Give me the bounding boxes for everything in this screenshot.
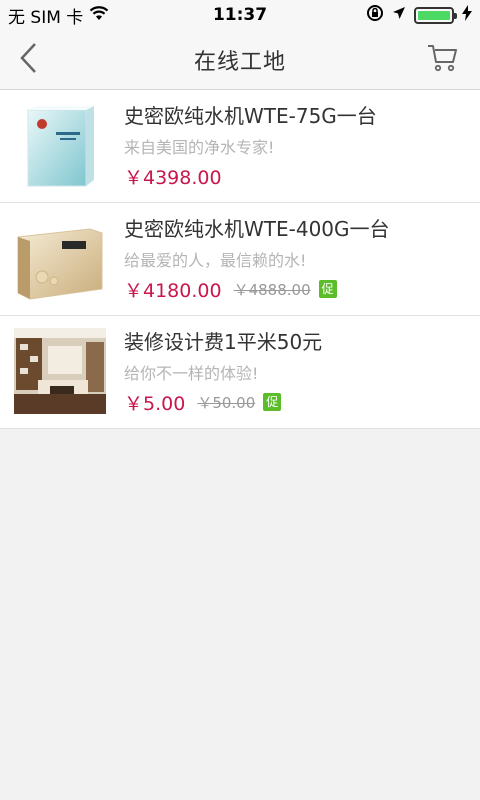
product-price: ￥4398.00 [124,166,222,189]
product-slogan: 给最爱的人，最信赖的水! [124,251,307,270]
location-arrow-icon [392,5,406,25]
rotation-lock-icon [366,4,384,27]
chevron-left-icon [18,42,38,78]
product-original-price: ￥4888.00 [233,280,311,299]
product-info: 史密欧纯水机WTE-400G一台 给最爱的人，最信赖的水! ￥4180.00 ￥… [124,215,470,302]
cart-icon [427,43,459,77]
wifi-icon [89,5,109,26]
product-image-water-purifier [14,102,106,188]
promo-badge: 促 [318,280,337,298]
price-row: ￥4180.00 ￥4888.00 促 [124,277,470,302]
status-left: 无 SIM 卡 [8,3,109,28]
product-info: 装修设计费1平米50元 给你不一样的体验! ￥5.00 ￥50.00 促 [124,328,470,415]
status-right [366,4,472,27]
price-row: ￥5.00 ￥50.00 促 [124,390,470,415]
nav-bar: 在线工地 [0,30,480,90]
product-price: ￥5.00 [124,392,186,415]
product-price: ￥4180.00 [124,279,222,302]
product-name: 装修设计费1平米50元 [124,330,323,354]
battery-icon [414,6,457,24]
product-name: 史密欧纯水机WTE-75G一台 [124,104,377,128]
list-item[interactable]: 史密欧纯水机WTE-400G一台 给最爱的人，最信赖的水! ￥4180.00 ￥… [0,203,480,316]
page-title: 在线工地 [193,49,286,75]
product-info: 史密欧纯水机WTE-75G一台 来自美国的净水专家! ￥4398.00 [124,102,470,189]
product-name: 史密欧纯水机WTE-400G一台 [124,217,390,241]
product-slogan: 给你不一样的体验! [124,364,259,383]
product-original-price: ￥50.00 [197,393,256,412]
product-slogan: 来自美国的净水专家! [124,138,275,157]
charging-bolt-icon [462,4,472,26]
price-row: ￥4398.00 [124,164,470,189]
product-list: 史密欧纯水机WTE-75G一台 来自美国的净水专家! ￥4398.00 史密欧纯… [0,90,480,429]
list-item[interactable]: 装修设计费1平米50元 给你不一样的体验! ￥5.00 ￥50.00 促 [0,316,480,429]
product-image-water-purifier [14,215,106,301]
carrier-label: 无 SIM 卡 [8,7,84,28]
promo-badge: 促 [263,393,282,411]
cart-button[interactable] [424,41,462,79]
back-button[interactable] [10,42,46,78]
battery-level [418,10,450,20]
product-image-living-room [14,328,106,414]
list-item[interactable]: 史密欧纯水机WTE-75G一台 来自美国的净水专家! ￥4398.00 [0,90,480,203]
status-bar: 无 SIM 卡 11:37 [0,0,480,30]
